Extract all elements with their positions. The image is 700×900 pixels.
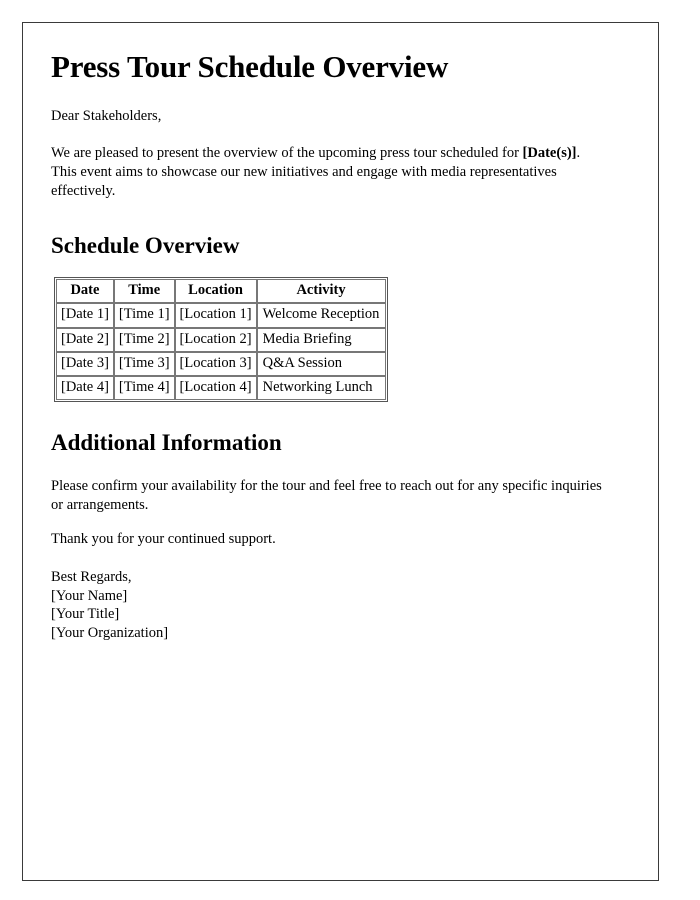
cell-location: [Location 3]	[174, 351, 257, 376]
cell-time: [Time 2]	[113, 327, 175, 352]
document-content: Press Tour Schedule Overview Dear Stakeh…	[23, 23, 658, 643]
cell-activity: Media Briefing	[256, 327, 387, 352]
intro-paragraph: We are pleased to present the overview o…	[51, 144, 603, 202]
table-row: [Date 4] [Time 4] [Location 4] Networkin…	[56, 375, 387, 400]
additional-information-heading: Additional Information	[51, 429, 282, 455]
document-page: Press Tour Schedule Overview Dear Stakeh…	[22, 22, 659, 881]
signature-title: [Your Title]	[51, 606, 120, 623]
cell-location: [Location 4]	[174, 375, 257, 400]
thank-you-paragraph: Thank you for your continued support.	[51, 531, 276, 548]
column-header-location: Location	[174, 279, 257, 304]
cell-time: [Time 3]	[113, 351, 175, 376]
schedule-table-body: [Date 1] [Time 1] [Location 1] Welcome R…	[56, 303, 387, 400]
intro-text-before-placeholder: We are pleased to present the overview o…	[51, 144, 523, 161]
cell-activity: Welcome Reception	[256, 303, 387, 328]
cell-location: [Location 2]	[174, 327, 257, 352]
cell-activity: Networking Lunch	[256, 375, 387, 400]
signature-organization: [Your Organization]	[51, 624, 169, 641]
cell-activity: Q&A Session	[256, 351, 387, 376]
cell-date: [Date 1]	[56, 303, 114, 328]
availability-paragraph: Please confirm your availability for the…	[51, 477, 602, 513]
schedule-overview-heading: Schedule Overview	[51, 232, 240, 258]
schedule-table: Date Time Location Activity [Date 1] [Ti…	[54, 277, 389, 402]
salutation-text: Dear Stakeholders,	[51, 107, 162, 124]
column-header-date: Date	[56, 279, 114, 304]
table-row: [Date 1] [Time 1] [Location 1] Welcome R…	[56, 303, 387, 328]
column-header-activity: Activity	[256, 279, 387, 304]
table-row: [Date 2] [Time 2] [Location 2] Media Bri…	[56, 327, 387, 352]
date-placeholder: [Date(s)]	[522, 144, 577, 161]
signature-closing: Best Regards,	[51, 569, 132, 586]
signature-block: Best Regards, [Your Name] [Your Title] […	[51, 568, 630, 642]
cell-location: [Location 1]	[174, 303, 257, 328]
schedule-table-head: Date Time Location Activity	[56, 279, 387, 304]
column-header-time: Time	[113, 279, 175, 304]
cell-time: [Time 4]	[113, 375, 175, 400]
table-row: [Date 3] [Time 3] [Location 3] Q&A Sessi…	[56, 351, 387, 376]
page-title: Press Tour Schedule Overview	[51, 49, 449, 84]
cell-date: [Date 3]	[56, 351, 114, 376]
signature-name: [Your Name]	[51, 587, 128, 604]
cell-date: [Date 4]	[56, 375, 114, 400]
cell-time: [Time 1]	[113, 303, 175, 328]
table-header-row: Date Time Location Activity	[56, 279, 387, 304]
cell-date: [Date 2]	[56, 327, 114, 352]
